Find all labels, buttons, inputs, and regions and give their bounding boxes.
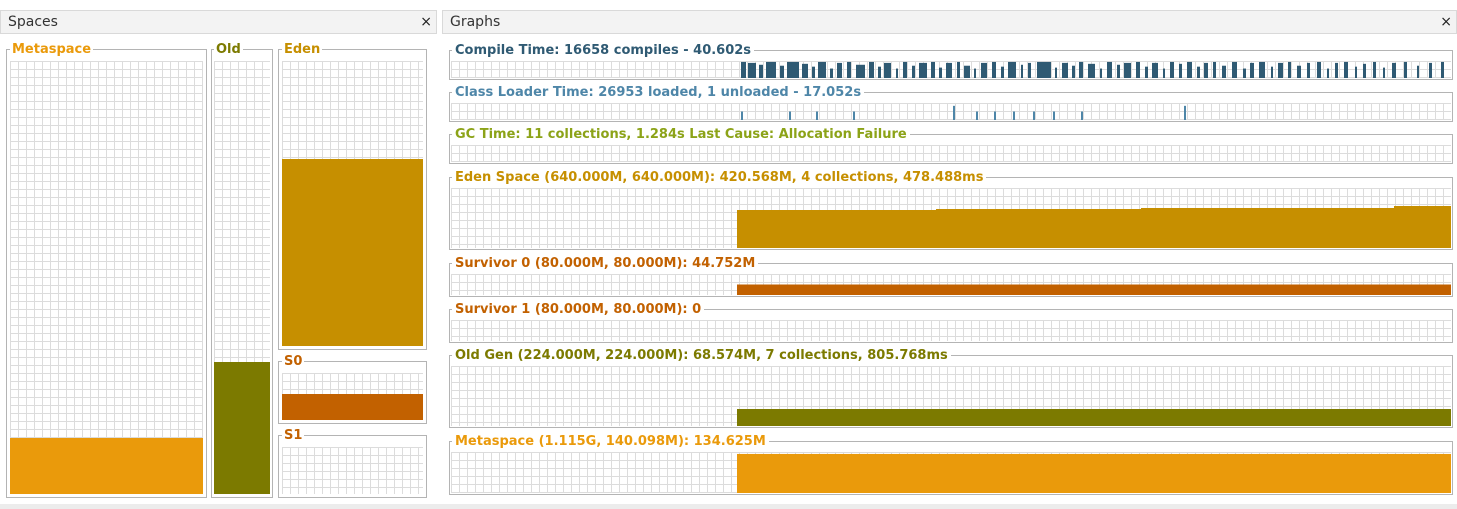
metaspace-space-fill xyxy=(10,437,203,494)
old-gen-bar xyxy=(737,409,1451,426)
survivor-0-area xyxy=(737,284,1451,295)
spaces-close-icon[interactable]: × xyxy=(420,14,432,30)
s1-space-label: S1 xyxy=(282,428,305,443)
eden-space-graph-label: Eden Space (640.000M, 640.000M): 420.568… xyxy=(452,171,987,185)
s0-space-box xyxy=(278,361,427,424)
survivor-1-plot xyxy=(451,320,1451,341)
gc-time-label: GC Time: 11 collections, 1.284s Last Cau… xyxy=(452,128,910,142)
compile-time-label: Compile Time: 16658 compiles - 40.602s xyxy=(452,44,755,58)
survivor-0-plot xyxy=(451,274,1451,295)
graphs-panel-title: Graphs xyxy=(450,14,501,30)
survivor-0-bar xyxy=(737,284,1451,295)
class-loader-plot xyxy=(451,103,1451,120)
eden-space-area xyxy=(737,206,1451,248)
eden-space-fill xyxy=(282,158,423,346)
eden-space-plot xyxy=(282,61,423,346)
s0-space-plot xyxy=(282,373,423,420)
spaces-panel-header: Spaces × xyxy=(0,10,437,34)
survivor-1-label: Survivor 1 (80.000M, 80.000M): 0 xyxy=(452,303,705,317)
graphs-close-icon[interactable]: × xyxy=(1440,14,1452,30)
class-loader-bars xyxy=(741,105,1186,120)
eden-space-label: Eden xyxy=(282,42,323,57)
old-gen-label: Old Gen (224.000M, 224.000M): 68.574M, 7… xyxy=(452,349,951,363)
old-space-plot xyxy=(214,61,270,494)
metaspace-graph-label: Metaspace (1.115G, 140.098M): 134.625M xyxy=(452,435,769,449)
bottom-scroll-area xyxy=(0,504,1457,509)
s1-space-plot xyxy=(282,447,423,494)
metaspace-graph-bar xyxy=(737,453,1451,493)
graphs-panel-header: Graphs × xyxy=(442,10,1457,34)
old-gen-plot xyxy=(451,366,1451,426)
gc-time-plot xyxy=(451,145,1451,162)
s0-space-fill xyxy=(282,393,423,420)
survivor-0-label: Survivor 0 (80.000M, 80.000M): 44.752M xyxy=(452,257,759,271)
compile-time-bars xyxy=(741,61,1444,78)
metaspace-graph-area xyxy=(737,453,1451,493)
compile-time-activity xyxy=(741,61,1444,78)
s1-space-box xyxy=(278,435,427,498)
metaspace-graph xyxy=(449,441,1453,495)
s0-space-label: S0 xyxy=(282,354,305,369)
old-space-box xyxy=(211,49,273,498)
class-loader-label: Class Loader Time: 26953 loaded, 1 unloa… xyxy=(452,86,865,100)
eden-space-box xyxy=(278,49,427,350)
old-gen-area xyxy=(737,409,1451,426)
spaces-panel-title: Spaces xyxy=(8,14,58,30)
old-space-fill xyxy=(214,361,270,494)
metaspace-space-box xyxy=(6,49,207,498)
eden-space-graph xyxy=(449,177,1453,250)
class-loader-activity xyxy=(741,105,1186,120)
metaspace-space-plot xyxy=(10,61,203,494)
old-space-label: Old xyxy=(214,42,243,57)
old-gen-graph xyxy=(449,355,1453,428)
metaspace-space-label: Metaspace xyxy=(10,42,94,57)
compile-time-plot xyxy=(451,61,1451,78)
eden-space-polygon xyxy=(737,206,1451,248)
eden-space-plot xyxy=(451,188,1451,248)
metaspace-graph-plot xyxy=(451,452,1451,493)
